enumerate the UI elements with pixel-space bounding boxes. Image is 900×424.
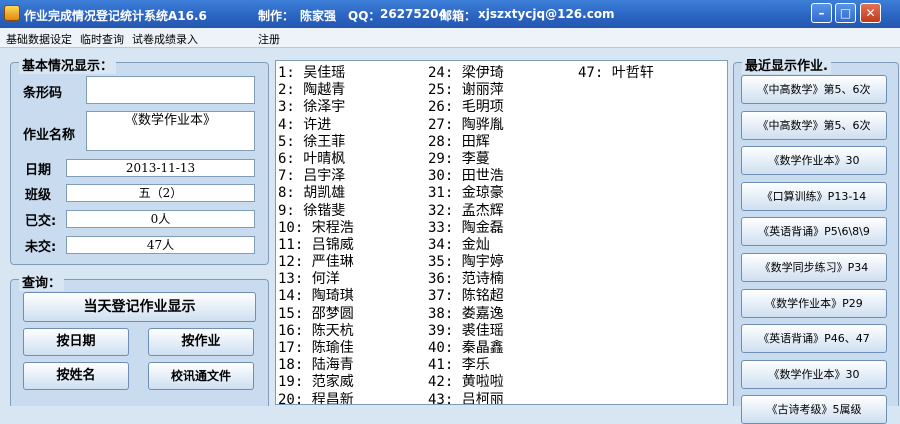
roster-column-1: 1: 吴佳瑶 2: 陶越青 3: 徐泽宇 4: 许进 5: 徐王菲 6: 叶晴枫 7: 吕宇…	[278, 65, 354, 404]
list-item[interactable]: 18: 陆海青	[278, 357, 354, 374]
app-icon	[4, 5, 20, 21]
list-item[interactable]: 11: 吕锦威	[278, 237, 354, 254]
list-item[interactable]: 43: 吕柯丽	[428, 392, 504, 404]
homework-name-input[interactable]: 《数学作业本》	[86, 111, 255, 151]
recent-homework-button[interactable]: 《古诗考级》5属级	[741, 395, 887, 424]
recent-homework-button[interactable]: 《数学作业本》P29	[741, 288, 887, 318]
title-bar: 作业完成情况登记统计系统A16.6 制作： 陈家强 QQ： 26275204 邮…	[0, 0, 900, 28]
student-list[interactable]: 1: 吴佳瑶 2: 陶越青 3: 徐泽宇 4: 许进 5: 徐王菲 6: 叶晴枫 7: 吕宇…	[275, 60, 728, 405]
basic-info-title: 基本情况显示：	[19, 55, 117, 74]
class-field[interactable]: 五（2）	[66, 184, 255, 202]
list-item[interactable]: 47: 叶哲轩	[578, 65, 654, 82]
list-item[interactable]: 15: 邵梦圆	[278, 306, 354, 323]
recent-homework-button[interactable]: 《英语背诵》P5\6\8\9	[741, 217, 887, 247]
list-item[interactable]: 32: 孟杰辉	[428, 203, 504, 220]
recent-homework-button[interactable]: 《数学同步练习》P34	[741, 253, 887, 282]
class-label: 班级	[25, 188, 52, 203]
qq-number: 26275204	[380, 7, 447, 21]
list-item[interactable]: 3: 徐泽宇	[278, 99, 354, 116]
list-item[interactable]: 2: 陶越青	[278, 82, 354, 99]
date-field[interactable]: 2013-11-13	[66, 159, 255, 177]
recent-homework-button[interactable]: 《口算训练》P13-14	[741, 181, 887, 211]
list-item[interactable]: 20: 程昌新	[278, 392, 354, 404]
roster-column-3: 47: 叶哲轩	[578, 65, 654, 82]
list-item[interactable]: 37: 陈铭超	[428, 288, 504, 305]
menu-bar: 基础数据设定 临时查询 试卷成绩录入 注册	[0, 28, 900, 48]
unsubmitted-label: 未交:	[25, 240, 57, 255]
qq-label: QQ：	[348, 9, 381, 23]
minimize-button[interactable]: –	[811, 3, 832, 23]
close-button[interactable]: ✕	[860, 3, 881, 23]
recent-homework-button[interactable]: 《中高数学》第5、6次	[741, 110, 887, 140]
by-date-button[interactable]: 按日期	[23, 328, 129, 356]
list-item[interactable]: 25: 谢丽萍	[428, 82, 504, 99]
recent-homework-button[interactable]: 《中高数学》第5、6次	[741, 75, 887, 104]
list-item[interactable]: 5: 徐王菲	[278, 134, 354, 151]
homework-name-label: 作业名称	[23, 128, 76, 143]
recent-homework-title: 最近显示作业.	[742, 55, 831, 74]
recent-homework-button[interactable]: 《数学作业本》30	[741, 359, 887, 389]
list-item[interactable]: 14: 陶琦琪	[278, 288, 354, 305]
by-homework-button[interactable]: 按作业	[148, 328, 254, 356]
basic-info-panel: 基本情况显示： 条形码 作业名称 《数学作业本》 日期 2013-11-13 班…	[10, 55, 269, 265]
list-item[interactable]: 33: 陶金磊	[428, 220, 504, 237]
author-name: 陈家强	[300, 9, 337, 23]
list-item[interactable]: 41: 李乐	[428, 357, 504, 374]
list-item[interactable]: 7: 吕宇泽	[278, 168, 354, 185]
list-item[interactable]: 39: 裘佳瑶	[428, 323, 504, 340]
list-item[interactable]: 16: 陈天杭	[278, 323, 354, 340]
list-item[interactable]: 13: 何洋	[278, 271, 354, 288]
barcode-label: 条形码	[23, 86, 63, 101]
list-item[interactable]: 12: 严佳琳	[278, 254, 354, 271]
recent-homework-button[interactable]: 《数学作业本》30	[741, 146, 887, 176]
list-item[interactable]: 28: 田辉	[428, 134, 504, 151]
xuntong-file-button[interactable]: 校讯通文件	[148, 362, 254, 390]
list-item[interactable]: 38: 娄嘉逸	[428, 306, 504, 323]
list-item[interactable]: 1: 吴佳瑶	[278, 65, 354, 82]
list-item[interactable]: 4: 许进	[278, 117, 354, 134]
query-title: 查询：	[19, 272, 65, 291]
today-homework-button[interactable]: 当天登记作业显示	[23, 292, 256, 322]
list-item[interactable]: 26: 毛明项	[428, 99, 504, 116]
list-item[interactable]: 24: 梁伊琦	[428, 65, 504, 82]
list-item[interactable]: 19: 范家威	[278, 374, 354, 391]
roster-column-2: 24: 梁伊琦 25: 谢丽萍 26: 毛明项 27: 陶骅胤 28: 田辉 29: 李蔓…	[428, 65, 504, 404]
list-item[interactable]: 27: 陶骅胤	[428, 117, 504, 134]
recent-homework-button[interactable]: 《英语背诵》P46、47	[741, 324, 887, 354]
list-item[interactable]: 8: 胡凯雄	[278, 185, 354, 202]
list-item[interactable]: 10: 宋程浩	[278, 220, 354, 237]
list-item[interactable]: 9: 徐锴斐	[278, 203, 354, 220]
list-item[interactable]: 42: 黄啦啦	[428, 374, 504, 391]
list-item[interactable]: 36: 范诗楠	[428, 271, 504, 288]
menu-temp-query[interactable]: 临时查询	[80, 31, 124, 47]
menu-register[interactable]: 注册	[258, 31, 280, 47]
barcode-input[interactable]	[86, 76, 255, 104]
by-name-button[interactable]: 按姓名	[23, 362, 129, 390]
email-label: 邮箱：	[440, 9, 477, 23]
date-label: 日期	[25, 163, 52, 178]
list-item[interactable]: 17: 陈瑜佳	[278, 340, 354, 357]
list-item[interactable]: 40: 秦晶鑫	[428, 340, 504, 357]
submitted-count: 0人	[66, 210, 255, 228]
submitted-label: 已交:	[25, 214, 57, 229]
author-label: 制作：	[258, 9, 295, 23]
menu-basic-data[interactable]: 基础数据设定	[6, 31, 72, 47]
query-panel: 查询： 当天登记作业显示 按日期 按作业 按姓名 校讯通文件	[10, 272, 269, 406]
window-title: 作业完成情况登记统计系统A16.6	[24, 9, 207, 23]
list-item[interactable]: 31: 金琼豪	[428, 185, 504, 202]
list-item[interactable]: 29: 李蔓	[428, 151, 504, 168]
email-address: xjszxtycjq@126.com	[478, 7, 615, 21]
menu-exam-score[interactable]: 试卷成绩录入	[132, 31, 198, 47]
list-item[interactable]: 6: 叶晴枫	[278, 151, 354, 168]
list-item[interactable]: 35: 陶宇婷	[428, 254, 504, 271]
unsubmitted-count: 47人	[66, 236, 255, 254]
list-item[interactable]: 34: 金灿	[428, 237, 504, 254]
list-item[interactable]: 30: 田世浩	[428, 168, 504, 185]
maximize-button[interactable]: □	[835, 3, 856, 23]
